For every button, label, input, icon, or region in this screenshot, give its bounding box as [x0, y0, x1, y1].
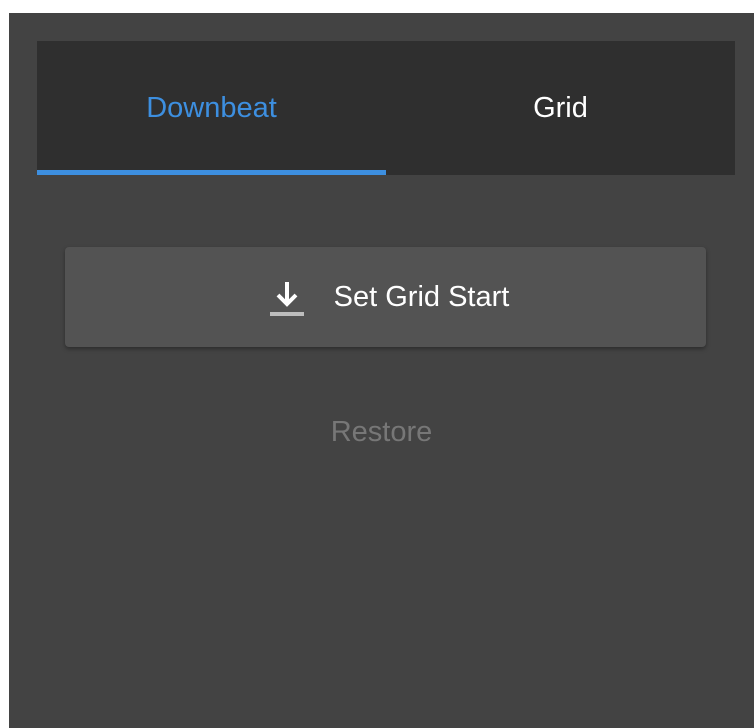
grid-settings-panel: Downbeat Grid Set Grid Start Restore	[9, 13, 754, 728]
set-grid-start-button[interactable]: Set Grid Start	[65, 247, 706, 347]
active-tab-indicator	[37, 170, 386, 175]
tab-grid-label: Grid	[533, 91, 588, 124]
download-icon	[262, 272, 312, 322]
tab-downbeat-label: Downbeat	[146, 91, 277, 124]
set-grid-start-label: Set Grid Start	[333, 280, 510, 313]
tab-bar: Downbeat Grid	[37, 41, 735, 175]
tab-downbeat[interactable]: Downbeat	[37, 41, 386, 175]
restore-button[interactable]: Restore	[9, 416, 754, 449]
tab-grid[interactable]: Grid	[386, 41, 735, 175]
